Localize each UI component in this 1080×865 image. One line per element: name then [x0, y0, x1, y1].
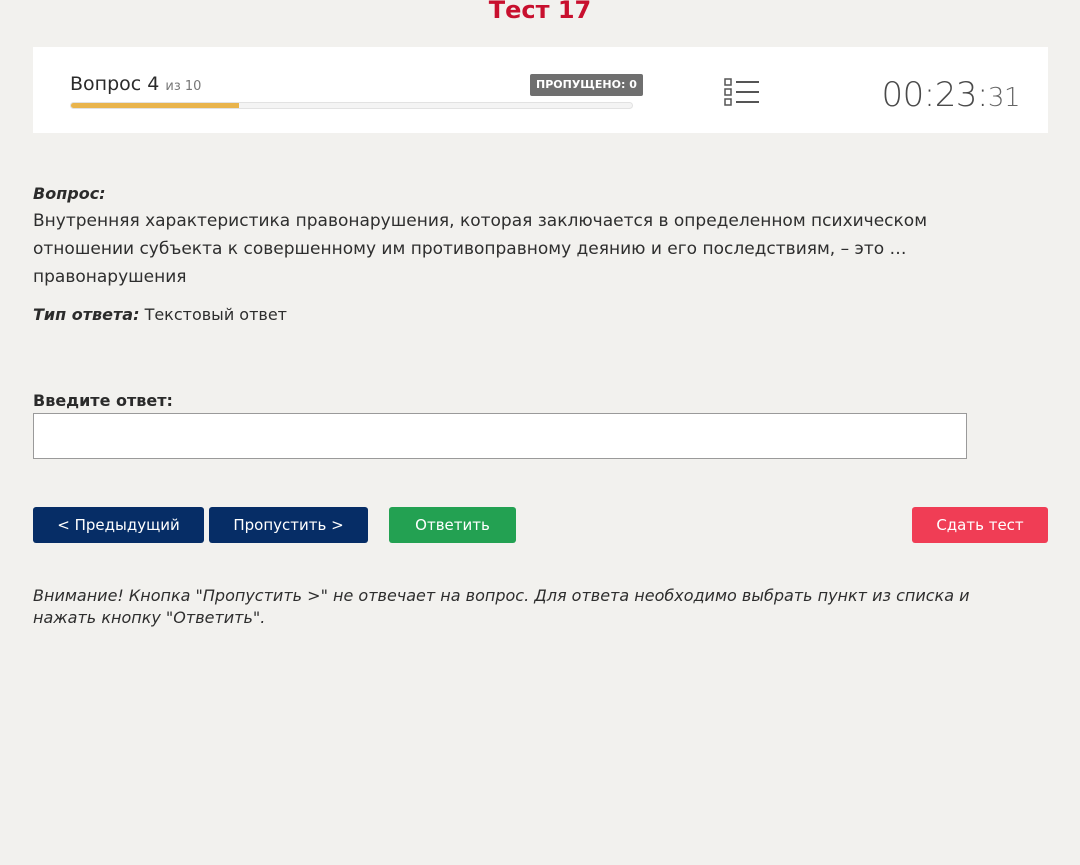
question-text: Внутренняя характеристика правонарушения… [33, 211, 928, 287]
answer-type-value: Текстовый ответ [144, 305, 287, 324]
answer-type-label: Тип ответа: [33, 305, 140, 324]
question-number: Вопрос 4 [70, 73, 160, 95]
timer: 00:23:31 [881, 75, 1020, 115]
question-total: из 10 [165, 79, 202, 94]
submit-test-button[interactable]: Сдать тест [912, 507, 1048, 543]
timer-main: 00:23: [881, 75, 988, 115]
answer-button[interactable]: Ответить [389, 507, 516, 543]
previous-button[interactable]: < Предыдущий [33, 507, 204, 543]
progress-fill [71, 103, 240, 108]
page-title: Тест 17 [488, 0, 592, 24]
skipped-badge: ПРОПУЩЕНО: 0 [530, 74, 643, 96]
progress-bar [70, 102, 633, 109]
skip-button[interactable]: Пропустить > [209, 507, 368, 543]
timer-seconds: 31 [987, 83, 1021, 113]
answer-input[interactable] [33, 413, 967, 459]
warning-text: Внимание! Кнопка "Пропустить >" не отвеч… [33, 586, 970, 627]
answer-label: Введите ответ: [33, 391, 173, 410]
question-counter: Вопрос 4 из 10 [70, 73, 201, 95]
list-icon[interactable] [724, 76, 760, 108]
answer-type: Тип ответа: Текстовый ответ [33, 305, 287, 324]
question-label: Вопрос: [33, 184, 106, 203]
status-panel: Вопрос 4 из 10 ПРОПУЩЕНО: 0 00:23:31 [33, 47, 1048, 133]
question-block: Вопрос: Внутренняя характеристика правон… [33, 184, 1023, 291]
